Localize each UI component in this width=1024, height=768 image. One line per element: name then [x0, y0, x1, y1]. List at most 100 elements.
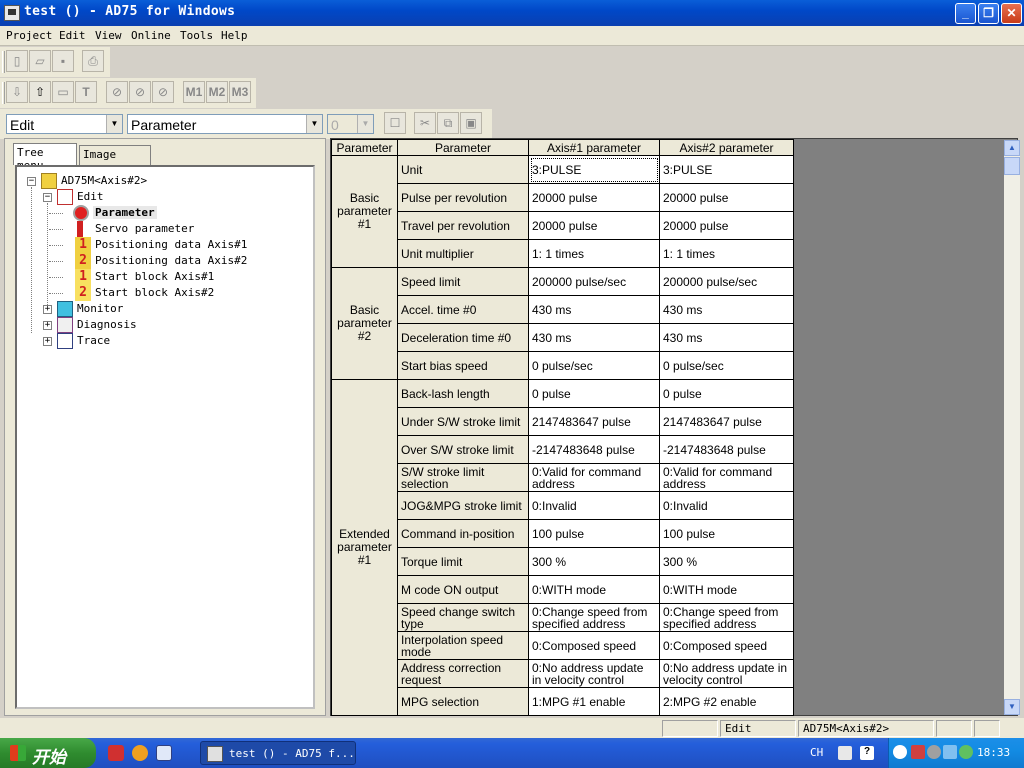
properties-button[interactable]: ☐ — [384, 112, 406, 134]
m1-button[interactable]: M1 — [183, 81, 205, 103]
scroll-thumb[interactable] — [1004, 157, 1020, 175]
menu-help[interactable]: Help — [221, 29, 248, 42]
menu-online[interactable]: Online — [131, 29, 171, 42]
update-icon[interactable] — [959, 745, 973, 759]
axis2-value-cell[interactable]: 0:Invalid — [659, 491, 794, 520]
axis1-value-cell[interactable]: 0:Valid for command address — [528, 463, 660, 492]
vertical-scrollbar[interactable]: ▲ ▼ — [1004, 140, 1020, 715]
open-file-button[interactable]: ▱ — [29, 50, 51, 72]
axis2-value-cell[interactable]: -2147483648 pulse — [659, 435, 794, 464]
tree-item-servo-parameter[interactable]: Servo parameter — [49, 221, 297, 237]
tab-tree-menu[interactable]: Tree menu — [13, 143, 77, 172]
axis1-value-cell[interactable]: 1:MPG #1 enable — [528, 687, 660, 716]
paste-button[interactable]: ▣ — [460, 112, 482, 134]
monitor-button[interactable]: ▭ — [52, 81, 74, 103]
axis2-value-cell[interactable]: 1: 1 times — [659, 239, 794, 268]
view-select[interactable]: Parameter ▼ — [127, 114, 323, 134]
new-file-button[interactable]: ▯ — [6, 50, 28, 72]
axis2-value-cell[interactable]: 20000 pulse — [659, 183, 794, 212]
axis2-value-cell[interactable]: 0 pulse/sec — [659, 351, 794, 380]
volume-icon[interactable] — [927, 745, 941, 759]
collapse-icon[interactable]: − — [27, 177, 36, 186]
axis1-value-cell[interactable]: 2147483647 pulse — [528, 407, 660, 436]
write-to-module-button[interactable]: ⇧ — [29, 81, 51, 103]
axis1-value-cell[interactable]: 0:Composed speed — [528, 631, 660, 660]
tab-image-menu[interactable]: Image menu — [79, 145, 151, 174]
axis1-value-cell[interactable]: 0:Invalid — [528, 491, 660, 520]
axis2-value-cell[interactable]: 200000 pulse/sec — [659, 267, 794, 296]
taskbar-item-ad75[interactable]: test () - AD75 f... — [200, 741, 356, 765]
toolbar-grip[interactable] — [2, 51, 5, 73]
tree-item-trace[interactable]: + Trace — [39, 333, 299, 349]
tree-item-edit[interactable]: − Edit — [39, 189, 299, 205]
axis1-value-cell[interactable]: 200000 pulse/sec — [528, 267, 660, 296]
language-indicator[interactable]: CH — [810, 746, 823, 759]
m3-button[interactable]: M3 — [229, 81, 251, 103]
axis2-value-cell[interactable]: 100 pulse — [659, 519, 794, 548]
tree-item-start-block-axis1[interactable]: 1 Start block Axis#1 — [49, 269, 297, 285]
expand-icon[interactable]: + — [43, 337, 52, 346]
tree-root[interactable]: − AD75M<Axis#2> — [23, 173, 303, 189]
chevron-down-icon[interactable]: ▼ — [306, 115, 322, 133]
axis1-value-cell[interactable]: 20000 pulse — [528, 211, 660, 240]
axis1-value-cell[interactable]: 0:Change speed from specified address — [528, 603, 660, 632]
stop-axis1-button[interactable]: ⊘ — [106, 81, 128, 103]
minimize-button[interactable]: _ — [955, 3, 976, 24]
expand-icon[interactable]: + — [43, 305, 52, 314]
keyboard-icon[interactable] — [838, 746, 852, 760]
axis1-value-cell[interactable]: 0 pulse — [528, 379, 660, 408]
axis2-value-cell[interactable]: 0:No address update in velocity control — [659, 659, 794, 688]
maximize-button[interactable]: ❐ — [978, 3, 999, 24]
read-from-module-button[interactable]: ⇩ — [6, 81, 28, 103]
axis1-value-cell[interactable]: 0:No address update in velocity control — [528, 659, 660, 688]
axis2-value-cell[interactable]: 430 ms — [659, 323, 794, 352]
axis1-value-cell[interactable]: -2147483648 pulse — [528, 435, 660, 464]
mode-select[interactable]: Edit ▼ — [6, 114, 123, 134]
stop-axis3-button[interactable]: ⊘ — [152, 81, 174, 103]
tree-item-start-block-axis2[interactable]: 2 Start block Axis#2 — [49, 285, 297, 301]
tree-item-diagnosis[interactable]: + Diagnosis — [39, 317, 299, 333]
axis1-value-cell[interactable]: 430 ms — [528, 295, 660, 324]
cut-button[interactable]: ✂ — [414, 112, 436, 134]
menu-project[interactable]: Project — [6, 29, 52, 42]
axis2-value-cell[interactable]: 2147483647 pulse — [659, 407, 794, 436]
start-button[interactable]: 开始 — [0, 738, 96, 768]
save-button[interactable]: ▪ — [52, 50, 74, 72]
m2-button[interactable]: M2 — [206, 81, 228, 103]
tree-item-positioning-data-axis2[interactable]: 2 Positioning data Axis#2 — [49, 253, 297, 269]
axis2-value-cell[interactable]: 3:PULSE — [659, 155, 794, 184]
axis2-value-cell[interactable]: 0:Valid for command address — [659, 463, 794, 492]
axis2-value-cell[interactable]: 300 % — [659, 547, 794, 576]
quicklaunch-app-icon[interactable] — [108, 745, 124, 761]
menu-tools[interactable]: Tools — [180, 29, 213, 42]
security-icon[interactable] — [943, 745, 957, 759]
stop-axis2-button[interactable]: ⊘ — [129, 81, 151, 103]
collapse-icon[interactable]: − — [43, 193, 52, 202]
app-icon[interactable] — [4, 5, 20, 21]
scroll-up-icon[interactable]: ▲ — [1004, 140, 1020, 156]
axis2-value-cell[interactable]: 20000 pulse — [659, 211, 794, 240]
axis2-value-cell[interactable]: 0:WITH mode — [659, 575, 794, 604]
tree-item-monitor[interactable]: + Monitor — [39, 301, 299, 317]
axis1-value-cell[interactable]: 0 pulse/sec — [528, 351, 660, 380]
close-button[interactable]: ✕ — [1001, 3, 1022, 24]
copy-button[interactable]: ⧉ — [437, 112, 459, 134]
trace-button[interactable]: T — [75, 81, 97, 103]
expand-icon[interactable]: + — [43, 321, 52, 330]
chevron-down-icon[interactable]: ▼ — [106, 115, 122, 133]
tree-item-parameter[interactable]: Parameter — [49, 205, 297, 221]
axis-select[interactable]: 0 ▼ — [327, 114, 374, 134]
quicklaunch-browser-icon[interactable] — [132, 745, 148, 761]
tree-item-positioning-data-axis1[interactable]: 1 Positioning data Axis#1 — [49, 237, 297, 253]
network-icon[interactable] — [911, 745, 925, 759]
axis1-value-cell[interactable]: 20000 pulse — [528, 183, 660, 212]
toolbar-grip[interactable] — [2, 82, 5, 104]
axis1-value-cell[interactable]: 430 ms — [528, 323, 660, 352]
axis1-value-cell[interactable]: 3:PULSE — [528, 155, 660, 184]
scroll-down-icon[interactable]: ▼ — [1004, 699, 1020, 715]
print-button[interactable]: ⎙ — [82, 50, 104, 72]
axis1-value-cell[interactable]: 0:WITH mode — [528, 575, 660, 604]
axis1-value-cell[interactable]: 1: 1 times — [528, 239, 660, 268]
axis2-value-cell[interactable]: 0:Change speed from specified address — [659, 603, 794, 632]
axis2-value-cell[interactable]: 2:MPG #2 enable — [659, 687, 794, 716]
